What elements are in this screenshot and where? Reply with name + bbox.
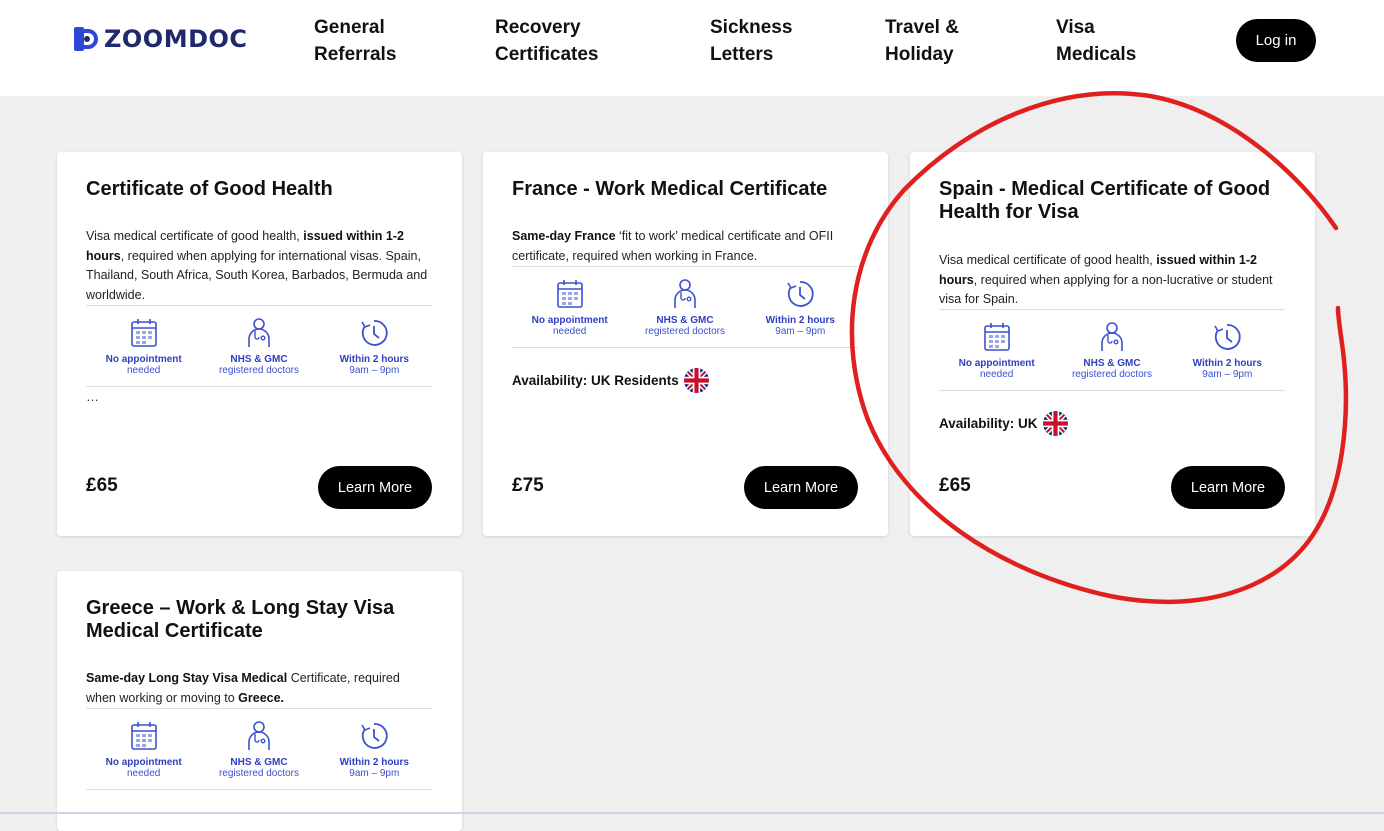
feature-subtitle: needed [126,365,161,376]
feature-subtitle: registered doctors [218,365,300,376]
nav-recovery-certificates[interactable]: Recovery Certificates [495,14,599,68]
feature-title: No appointment [105,354,182,365]
price: £65 [939,475,971,496]
availability-text: Availability: UK Residents [512,373,679,388]
feature-row: No appointment needed NHS & GMC register… [512,266,858,348]
feature-nhs-gmc: NHS & GMC registered doctors [627,267,742,347]
zoomdoc-logo[interactable]: ZOOMDOC [72,25,248,53]
calendar-icon [130,722,157,750]
product-card-spain-good-health: Spain - Medical Certificate of Good Heal… [910,152,1315,536]
feature-title: NHS & GMC [1083,358,1141,369]
feature-nhs-gmc: NHS & GMC registered doctors [201,306,316,386]
feature-title: NHS & GMC [230,757,288,768]
feature-no-appointment: No appointment needed [512,267,627,347]
feature-subtitle: 9am – 9pm [349,365,400,376]
feature-subtitle: 9am – 9pm [349,768,400,779]
card-title: Spain - Medical Certificate of Good Heal… [939,178,1271,223]
clock-icon [1214,324,1241,350]
card-description: Visa medical certificate of good health,… [86,229,428,302]
description-more: … [86,389,99,404]
feature-subtitle: needed [552,326,587,337]
login-button[interactable]: Log in [1236,19,1316,62]
learn-more-button[interactable]: Learn More [318,466,432,509]
doctor-icon [248,318,270,347]
feature-subtitle: registered doctors [644,326,726,337]
zoomdoc-logo-icon [74,27,98,51]
availability-text: Availability: UK [939,416,1038,431]
feature-subtitle: needed [979,369,1014,380]
product-card-france-work: France - Work Medical Certificate Same-d… [483,152,888,536]
product-card-good-health: Certificate of Good Health Visa medical … [57,152,462,536]
doctor-icon [1101,322,1123,351]
card-title: Certificate of Good Health [86,178,333,200]
feature-subtitle: 9am – 9pm [1202,369,1253,380]
feature-no-appointment: No appointment needed [86,709,201,789]
price: £75 [512,475,544,496]
feature-title: No appointment [105,757,182,768]
feature-within-2-hours: Within 2 hours 9am – 9pm [317,306,432,386]
feature-title: Within 2 hours [339,354,409,365]
card-description: Visa medical certificate of good health,… [939,253,1273,306]
nav-visa-medicals[interactable]: Visa Medicals [1056,14,1136,68]
nav-travel-holiday[interactable]: Travel & Holiday [885,14,959,68]
card-description: Same-day France ‘fit to work’ medical ce… [512,229,834,263]
calendar-icon [130,319,157,347]
feature-row: No appointment needed NHS & GMC register… [86,708,432,790]
card-title: Greece – Work & Long Stay Visa Medical C… [86,597,395,642]
feature-subtitle: registered doctors [218,768,300,779]
feature-no-appointment: No appointment needed [86,306,201,386]
card-title: France - Work Medical Certificate [512,178,828,200]
nav-sickness-letters[interactable]: Sickness Letters [710,14,792,68]
uk-flag-icon [683,368,709,393]
feature-title: NHS & GMC [656,315,714,326]
nav-general-referrals[interactable]: General Referrals [314,14,396,68]
zoomdoc-wordmark: ZOOMDOC [104,25,248,53]
clock-icon [361,723,388,749]
product-card-greece-work: Greece – Work & Long Stay Visa Medical C… [57,571,462,831]
feature-title: No appointment [531,315,608,326]
feature-title: No appointment [958,358,1035,369]
feature-nhs-gmc: NHS & GMC registered doctors [201,709,316,789]
feature-row: No appointment needed NHS & GMC register… [939,309,1285,391]
clock-icon [787,281,814,307]
feature-title: Within 2 hours [339,757,409,768]
doctor-icon [248,721,270,750]
availability: Availability: UK Residents [512,368,709,393]
feature-title: Within 2 hours [765,315,835,326]
feature-subtitle: 9am – 9pm [775,326,826,337]
feature-within-2-hours: Within 2 hours 9am – 9pm [743,267,858,347]
feature-subtitle: needed [126,768,161,779]
doctor-icon [674,279,696,308]
feature-row: No appointment needed NHS & GMC register… [86,305,432,387]
feature-no-appointment: No appointment needed [939,310,1054,390]
feature-nhs-gmc: NHS & GMC registered doctors [1054,310,1169,390]
feature-title: NHS & GMC [230,354,288,365]
feature-within-2-hours: Within 2 hours 9am – 9pm [317,709,432,789]
price: £65 [86,475,118,496]
calendar-icon [556,280,583,308]
feature-title: Within 2 hours [1192,358,1262,369]
availability: Availability: UK [939,411,1068,436]
clock-icon [361,320,388,346]
uk-flag-icon [1042,411,1068,436]
learn-more-button[interactable]: Learn More [744,466,858,509]
learn-more-button[interactable]: Learn More [1171,466,1285,509]
site-header: ZOOMDOC General Referrals Recovery Certi… [0,0,1384,96]
feature-within-2-hours: Within 2 hours 9am – 9pm [1170,310,1285,390]
calendar-icon [983,323,1010,351]
card-description: Same-day Long Stay Visa Medical Certific… [86,671,400,705]
feature-subtitle: registered doctors [1071,369,1153,380]
